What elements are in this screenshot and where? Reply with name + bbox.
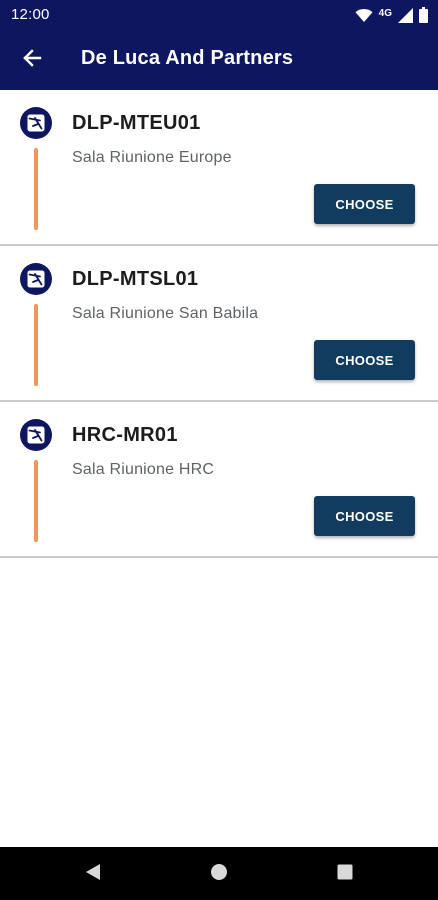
room-name: Sala Riunione HRC — [72, 461, 215, 478]
page-title: De Luca And Partners — [81, 47, 294, 69]
nav-back-button[interactable] — [79, 860, 107, 888]
room-card: HRC-MR01 Sala Riunione HRC CHOOSE — [0, 402, 438, 558]
status-icons: 4G — [355, 6, 428, 24]
wifi-icon — [355, 8, 373, 23]
room-list: DLP-MTEU01 Sala Riunione Europe CHOOSE D… — [0, 90, 438, 558]
timeline-line — [34, 460, 38, 542]
meeting-room-icon — [19, 418, 53, 452]
recents-square-icon — [337, 864, 353, 885]
timeline-line — [34, 148, 38, 230]
room-code: DLP-MTSL01 — [72, 268, 199, 290]
room-code: HRC-MR01 — [72, 424, 178, 446]
meeting-room-icon — [19, 106, 53, 140]
status-bar: 12:00 4G — [0, 0, 438, 30]
timeline-line — [34, 304, 38, 386]
cellular-signal-icon — [398, 7, 413, 23]
arrow-back-icon — [22, 48, 42, 73]
meeting-room-icon — [19, 262, 53, 296]
back-triangle-icon — [85, 863, 101, 886]
battery-icon — [419, 7, 428, 23]
choose-button[interactable]: CHOOSE — [314, 340, 415, 380]
room-card: DLP-MTSL01 Sala Riunione San Babila CHOO… — [0, 246, 438, 402]
status-time: 12:00 — [11, 6, 50, 23]
nav-home-button[interactable] — [205, 860, 233, 888]
room-name: Sala Riunione San Babila — [72, 305, 259, 322]
room-name: Sala Riunione Europe — [72, 149, 232, 166]
screen: 12:00 4G De Luca And Partners DLP-MTEU01… — [0, 0, 438, 900]
app-bar: De Luca And Partners — [0, 30, 438, 90]
nav-recents-button[interactable] — [331, 860, 359, 888]
room-code: DLP-MTEU01 — [72, 112, 201, 134]
back-button[interactable] — [10, 40, 54, 80]
choose-button[interactable]: CHOOSE — [314, 184, 415, 224]
choose-button[interactable]: CHOOSE — [314, 496, 415, 536]
network-type-label: 4G — [378, 7, 392, 19]
home-circle-icon — [210, 863, 228, 886]
room-card: DLP-MTEU01 Sala Riunione Europe CHOOSE — [0, 90, 438, 246]
system-nav-bar — [0, 847, 438, 900]
